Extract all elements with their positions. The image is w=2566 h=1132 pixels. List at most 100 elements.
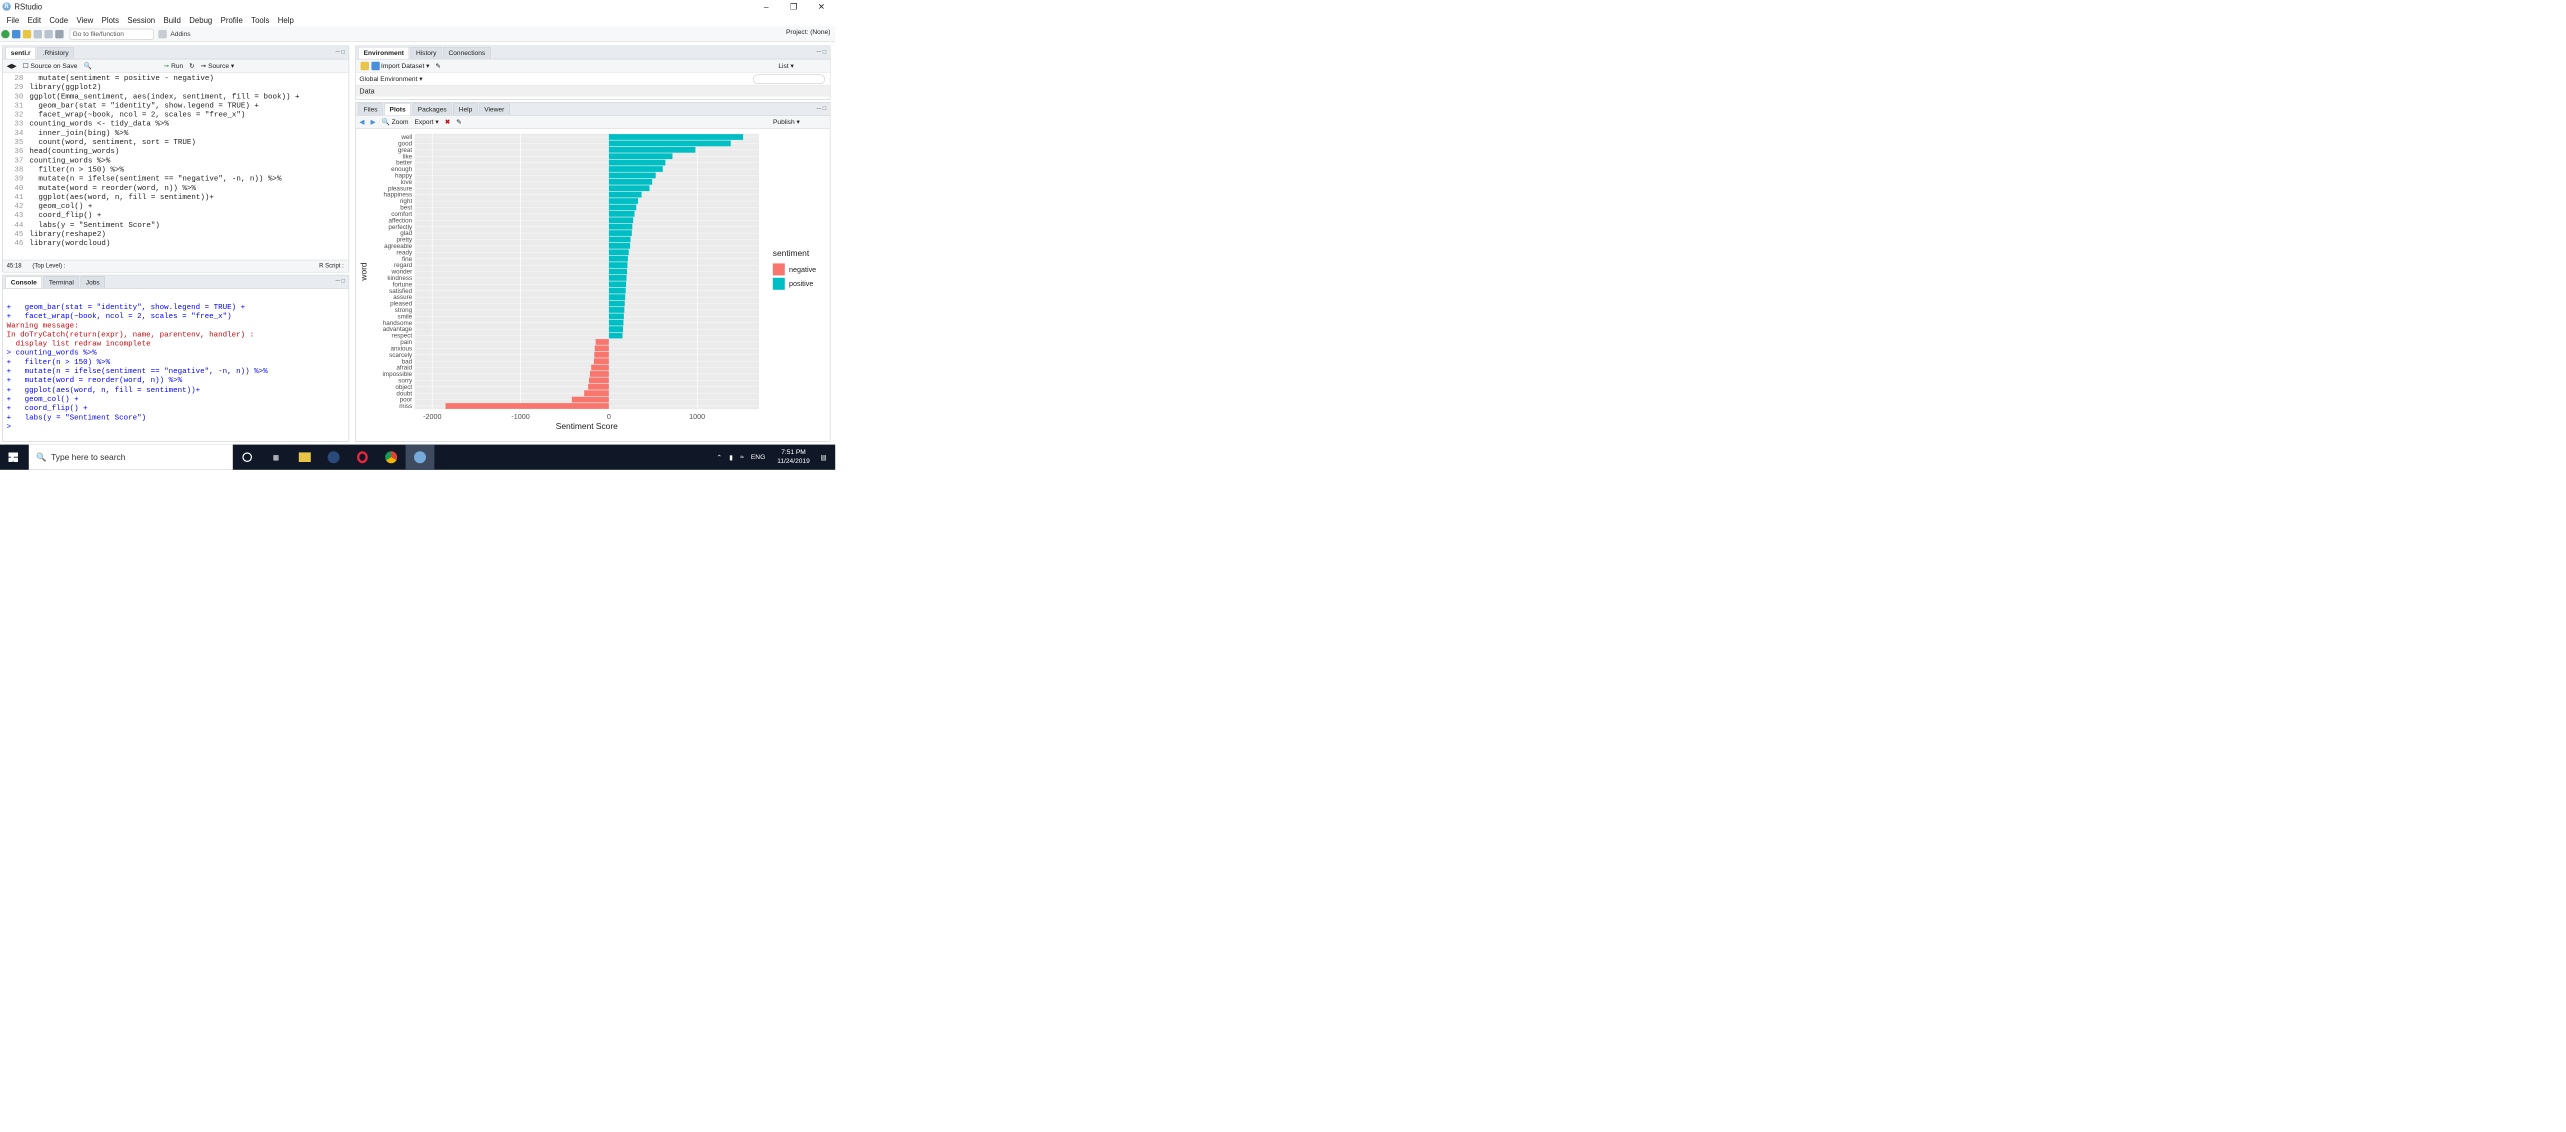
next-plot-icon[interactable]: ▶ xyxy=(370,118,375,126)
pane-maximize-icon[interactable]: ─ □ xyxy=(335,49,345,56)
language-indicator[interactable]: ENG xyxy=(751,454,765,461)
print-icon[interactable] xyxy=(55,29,64,39)
goto-file-input[interactable]: Go to file/function xyxy=(69,28,154,40)
save-all-icon[interactable] xyxy=(44,29,53,39)
tray-chevron-icon[interactable]: ⌃ xyxy=(717,453,723,461)
cortana-icon[interactable] xyxy=(233,445,262,470)
rstudio-taskbar-icon[interactable] xyxy=(405,444,435,470)
back-icon[interactable]: ◀▶ xyxy=(7,62,17,69)
opera-icon[interactable] xyxy=(348,445,377,470)
line-text: facet_wrap(~book, ncol = 2, scales = "fr… xyxy=(29,110,246,119)
env-search-input[interactable] xyxy=(753,74,826,84)
bar-agreeable xyxy=(608,242,631,249)
console-line: + mutate(n = ifelse(sentiment == "negati… xyxy=(6,367,268,376)
load-workspace-icon[interactable] xyxy=(360,61,369,70)
menu-tools[interactable]: Tools xyxy=(247,15,274,24)
console-output[interactable]: + geom_bar(stat = "identity", show.legen… xyxy=(7,303,338,439)
tab-environment[interactable]: Environment xyxy=(358,46,410,59)
task-view-icon[interactable]: ▦ xyxy=(262,445,291,470)
wifi-icon[interactable]: ≈ xyxy=(740,454,744,461)
tab-help[interactable]: Help xyxy=(453,103,478,116)
console-line: + coord_flip() + xyxy=(6,403,88,413)
chrome-icon[interactable] xyxy=(377,445,406,470)
taskbar-search-box[interactable]: 🔍 Type here to search xyxy=(28,444,233,470)
window-title: RStudio xyxy=(14,2,43,12)
pane-maximize-icon[interactable]: ─ □ xyxy=(817,105,827,112)
tab-viewer[interactable]: Viewer xyxy=(478,103,510,116)
clear-plots-icon[interactable]: ✎ xyxy=(456,118,462,126)
line-text: count(word, sentiment, sort = TRUE) xyxy=(29,138,196,147)
menu-view[interactable]: View xyxy=(72,15,97,24)
tab-plots[interactable]: Plots xyxy=(384,103,412,116)
x-tick-label: -2000 xyxy=(423,412,441,421)
line-text: coord_flip() + xyxy=(29,211,102,220)
clock[interactable]: 7:51 PM 11/24/2019 xyxy=(777,448,810,466)
line-text: mutate(sentiment = positive - negative) xyxy=(29,73,214,83)
minimize-icon[interactable]: – xyxy=(752,0,780,13)
import-dataset-label: Import Dataset xyxy=(381,62,425,70)
tab-connections[interactable]: Connections xyxy=(443,46,491,59)
tab-console[interactable]: Console xyxy=(5,276,43,288)
tab-files[interactable]: Files xyxy=(358,103,383,116)
menu-edit[interactable]: Edit xyxy=(23,15,45,24)
line-number: 34 xyxy=(14,128,24,138)
menu-help[interactable]: Help xyxy=(274,15,298,24)
rerun-icon[interactable]: ↻ xyxy=(189,62,195,69)
file-type[interactable]: R Script : xyxy=(319,263,344,270)
new-project-icon[interactable] xyxy=(12,29,21,39)
tab-packages[interactable]: Packages xyxy=(412,103,453,116)
menu-profile[interactable]: Profile xyxy=(216,15,247,24)
menu-file[interactable]: File xyxy=(2,15,23,24)
open-file-icon[interactable] xyxy=(22,29,32,39)
bar-happiness xyxy=(608,191,642,198)
prev-plot-icon[interactable]: ◀ xyxy=(359,118,364,126)
remove-plot-icon[interactable]: ✖ xyxy=(445,118,451,126)
bar-satisfied xyxy=(608,287,626,294)
steam-icon[interactable] xyxy=(319,445,348,470)
bar-handsome xyxy=(608,319,624,326)
env-tabs: Environment History Connections ─ □ xyxy=(355,46,830,60)
save-icon[interactable] xyxy=(33,29,42,39)
console-line: + filter(n > 150) %>% xyxy=(6,358,111,367)
list-label: List xyxy=(778,62,789,70)
global-env-menu[interactable]: Global Environment ▾ xyxy=(359,75,422,83)
list-view-button[interactable]: List ▾ xyxy=(778,62,793,70)
zoom-button[interactable]: 🔍 Zoom xyxy=(382,118,409,127)
addins-menu[interactable]: Addins xyxy=(170,28,190,40)
file-explorer-icon[interactable] xyxy=(290,445,319,470)
source-button[interactable]: ➞ Source ▾ xyxy=(201,62,234,70)
menu-build[interactable]: Build xyxy=(159,15,185,24)
battery-icon[interactable]: ▮ xyxy=(729,453,733,461)
code-editor[interactable]: 28 mutate(sentiment = positive - negativ… xyxy=(3,74,338,248)
menu-code[interactable]: Code xyxy=(45,15,72,24)
publish-button[interactable]: Publish ▾ xyxy=(773,118,800,127)
bar-good xyxy=(608,140,731,147)
workspace-panes-icon[interactable] xyxy=(158,29,167,39)
notifications-icon[interactable]: ▤ xyxy=(821,453,827,461)
broom-icon[interactable]: ✎ xyxy=(435,62,441,69)
run-button[interactable]: ➞ Run xyxy=(164,62,183,70)
pane-maximize-icon[interactable]: ─ □ xyxy=(335,278,345,285)
source-on-save-checkbox[interactable]: ☐ Source on Save xyxy=(23,62,78,70)
console-line: + geom_col() + xyxy=(6,394,79,404)
windows-start-icon[interactable] xyxy=(8,452,18,463)
export-button[interactable]: Export ▾ xyxy=(414,118,438,127)
menu-session[interactable]: Session xyxy=(123,15,159,24)
tab-jobs[interactable]: Jobs xyxy=(80,276,106,288)
project-menu[interactable]: Project: (None) xyxy=(786,29,830,36)
tab-terminal[interactable]: Terminal xyxy=(43,276,80,288)
search-icon[interactable]: 🔍 xyxy=(83,62,91,69)
scope-indicator[interactable]: (Top Level) : xyxy=(32,263,65,270)
pane-maximize-icon[interactable]: ─ □ xyxy=(817,49,827,56)
tab-senti-r[interactable]: senti.r xyxy=(5,46,37,59)
close-icon[interactable]: ✕ xyxy=(808,0,836,13)
new-file-icon[interactable] xyxy=(1,29,10,39)
menu-plots[interactable]: Plots xyxy=(97,15,123,24)
menu-debug[interactable]: Debug xyxy=(185,15,216,24)
save-workspace-icon[interactable] xyxy=(371,61,380,70)
restore-icon[interactable]: ❐ xyxy=(780,0,808,13)
bar-smile xyxy=(608,313,624,320)
tab-rhistory[interactable]: .Rhistory xyxy=(37,46,75,59)
import-dataset-button[interactable]: Import Dataset ▾ xyxy=(381,62,429,70)
tab-history[interactable]: History xyxy=(410,46,442,59)
